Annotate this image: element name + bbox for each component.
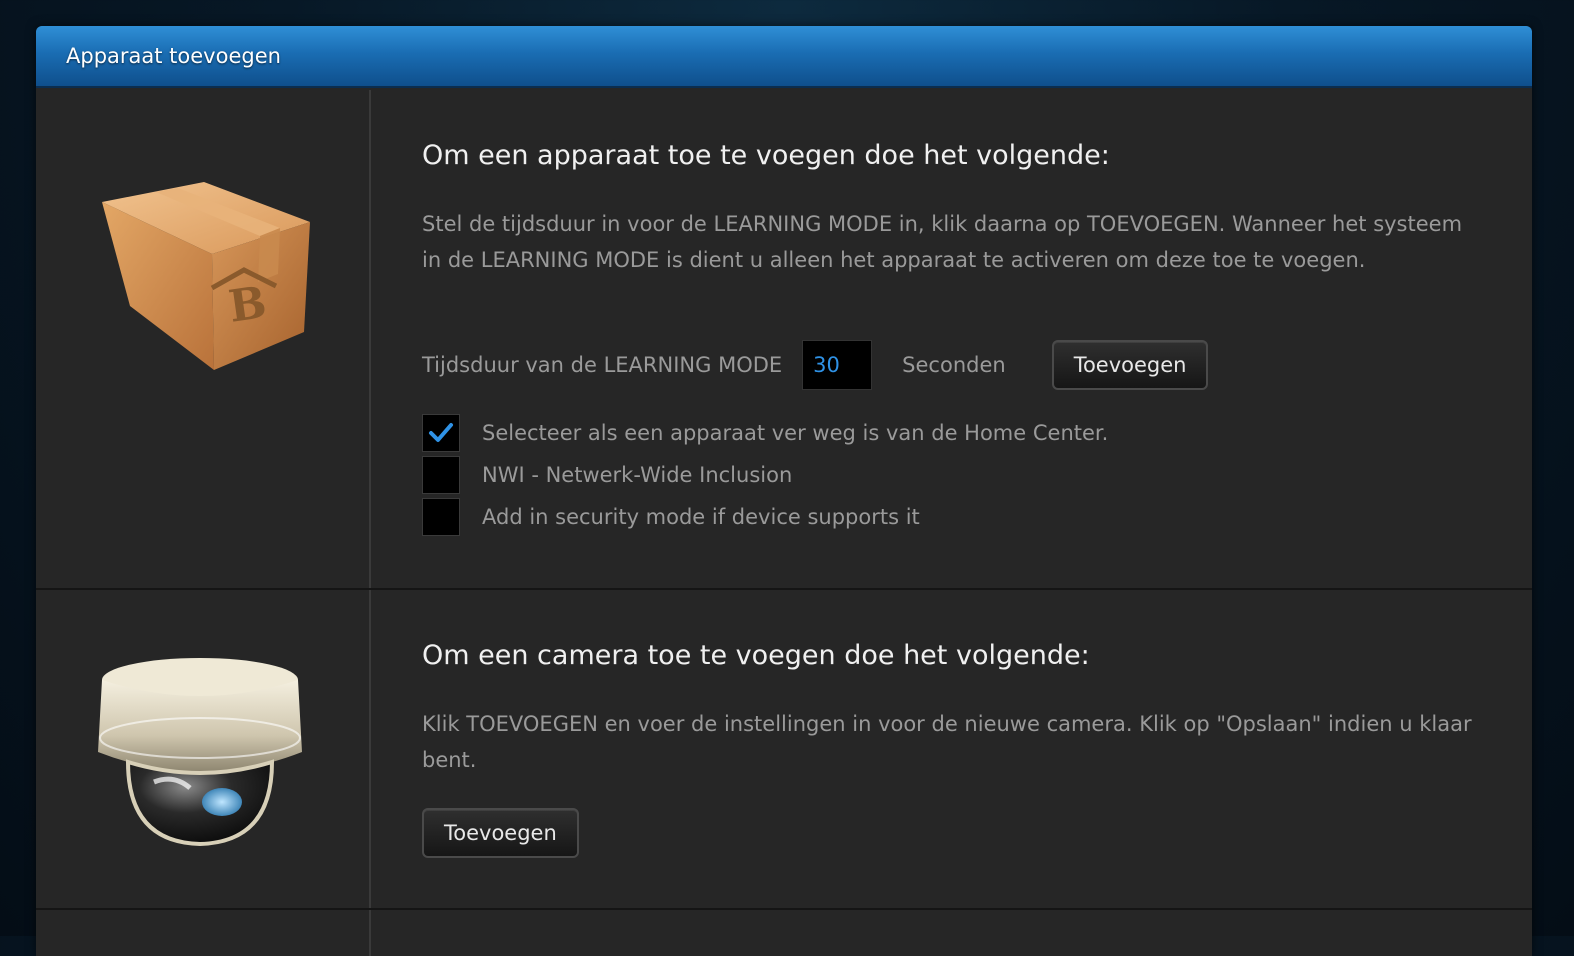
svg-text:B: B (226, 277, 270, 333)
nwi-checkbox[interactable] (422, 456, 460, 494)
panel-header: Apparaat toevoegen (36, 26, 1532, 88)
duration-unit-label: Seconden (902, 353, 1006, 377)
dome-camera-icon (98, 658, 302, 847)
next-section-left (36, 910, 371, 956)
checkmark-icon (429, 423, 453, 442)
option-row-far-away[interactable]: Selecteer als een apparaat ver weg is va… (422, 414, 1108, 452)
camera-section-title: Om een camera toe te voegen doe het volg… (422, 640, 1090, 671)
camera-section-description: Klik TOEVOEGEN en voer de instellingen i… (422, 712, 1472, 772)
device-section-description: Stel de tijdsduur in voor de LEARNING MO… (422, 212, 1463, 272)
far-away-label: Selecteer als een apparaat ver weg is va… (482, 421, 1109, 445)
option-row-security[interactable]: Add in security mode if device supports … (422, 498, 920, 536)
security-mode-checkbox[interactable] (422, 498, 460, 536)
device-image-column: B (36, 90, 371, 588)
camera-content: Om een camera toe te voegen doe het volg… (422, 590, 1492, 908)
duration-label: Tijdsduur van de LEARNING MODE (422, 353, 783, 377)
learning-mode-row: Tijdsduur van de LEARNING MODE Seconden … (422, 340, 1209, 390)
device-content: Om een apparaat toe te voegen doe het vo… (422, 90, 1492, 588)
add-device-section: B Om een apparaat toe te voegen doe het … (36, 90, 1532, 590)
camera-add-row: Toevoegen (422, 808, 579, 858)
next-section (36, 910, 1532, 956)
duration-input[interactable] (802, 340, 873, 390)
option-row-nwi[interactable]: NWI - Netwerk-Wide Inclusion (422, 456, 792, 494)
far-away-checkbox[interactable] (422, 414, 460, 452)
device-section-title: Om een apparaat toe te voegen doe het vo… (422, 140, 1110, 171)
nwi-label: NWI - Netwerk-Wide Inclusion (482, 463, 793, 487)
add-device-panel: Apparaat toevoegen B Om een apparaat toe… (36, 26, 1532, 956)
camera-image-column (36, 590, 371, 908)
panel-title: Apparaat toevoegen (66, 44, 281, 68)
security-mode-label: Add in security mode if device supports … (482, 505, 920, 529)
add-camera-section: Om een camera toe te voegen doe het volg… (36, 590, 1532, 910)
add-camera-button[interactable]: Toevoegen (422, 808, 579, 858)
box-icon: B (102, 182, 310, 370)
add-device-button[interactable]: Toevoegen (1051, 340, 1209, 390)
